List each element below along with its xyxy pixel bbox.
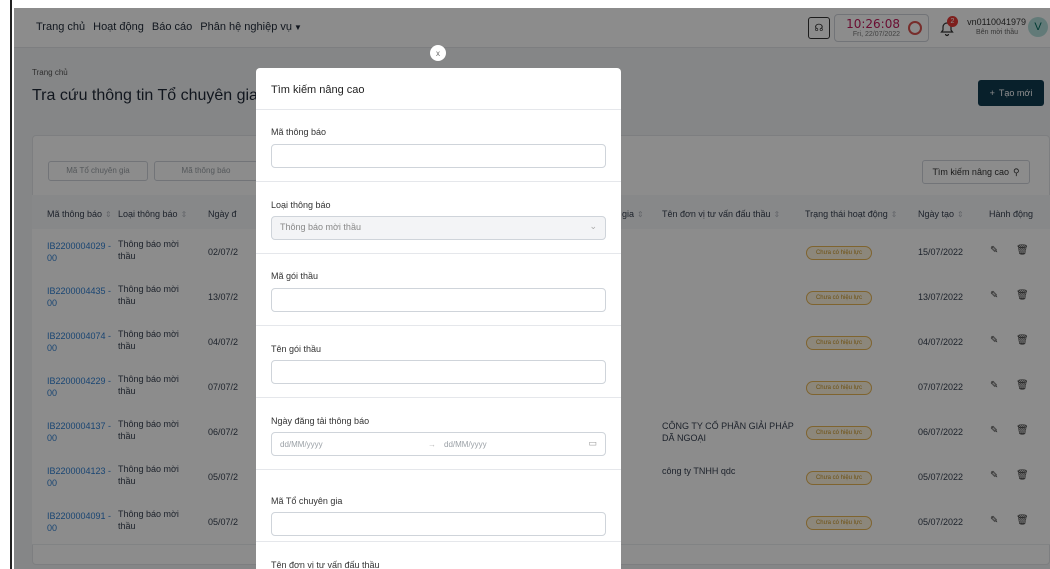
modal-close-button[interactable]: x xyxy=(430,45,446,61)
notice-type-value: Thông báo mời thầu xyxy=(280,222,361,232)
expert-code-label: Mã Tổ chuyên gia xyxy=(271,496,343,506)
arrow-right-icon: → xyxy=(428,440,436,449)
post-date-range-picker[interactable]: dd/MM/yyyy → dd/MM/yyyy ▭ xyxy=(271,432,606,456)
expert-code-group: Mã Tổ chuyên gia xyxy=(256,470,621,542)
notice-code-label: Mã thông báo xyxy=(271,127,327,137)
consultant-name-group: Tên đơn vị tư vấn đấu thầu xyxy=(256,542,621,569)
package-code-input[interactable] xyxy=(271,288,606,312)
expert-code-input[interactable] xyxy=(271,512,606,536)
notice-code-group: Mã thông báo xyxy=(256,110,621,182)
notice-code-input[interactable] xyxy=(271,144,606,168)
date-to-input[interactable]: dd/MM/yyyy xyxy=(444,440,487,449)
notice-type-label: Loại thông báo xyxy=(271,200,331,210)
notice-type-select[interactable]: Thông báo mời thầu ⌄ xyxy=(271,216,606,240)
modal-header: Tìm kiếm nâng cao xyxy=(256,68,621,110)
post-date-label: Ngày đăng tải thông báo xyxy=(271,416,370,426)
package-name-input[interactable] xyxy=(271,360,606,384)
modal-title: Tìm kiếm nâng cao xyxy=(271,84,365,96)
window-edge xyxy=(0,0,12,569)
post-date-group: Ngày đăng tải thông báo dd/MM/yyyy → dd/… xyxy=(256,398,621,470)
package-name-label: Tên gói thầu xyxy=(271,344,322,354)
package-name-group: Tên gói thầu xyxy=(256,326,621,398)
advanced-search-modal: Tìm kiếm nâng cao Mã thông báo Loại thôn… xyxy=(256,68,621,569)
chevron-down-icon: ⌄ xyxy=(589,221,597,231)
calendar-icon[interactable]: ▭ xyxy=(588,438,597,449)
date-from-input[interactable]: dd/MM/yyyy xyxy=(280,440,323,449)
notice-type-group: Loại thông báo Thông báo mời thầu ⌄ xyxy=(256,182,621,254)
package-code-label: Mã gói thầu xyxy=(271,271,319,281)
package-code-group: Mã gói thầu xyxy=(256,254,621,326)
consultant-name-label: Tên đơn vị tư vấn đấu thầu xyxy=(271,560,380,569)
